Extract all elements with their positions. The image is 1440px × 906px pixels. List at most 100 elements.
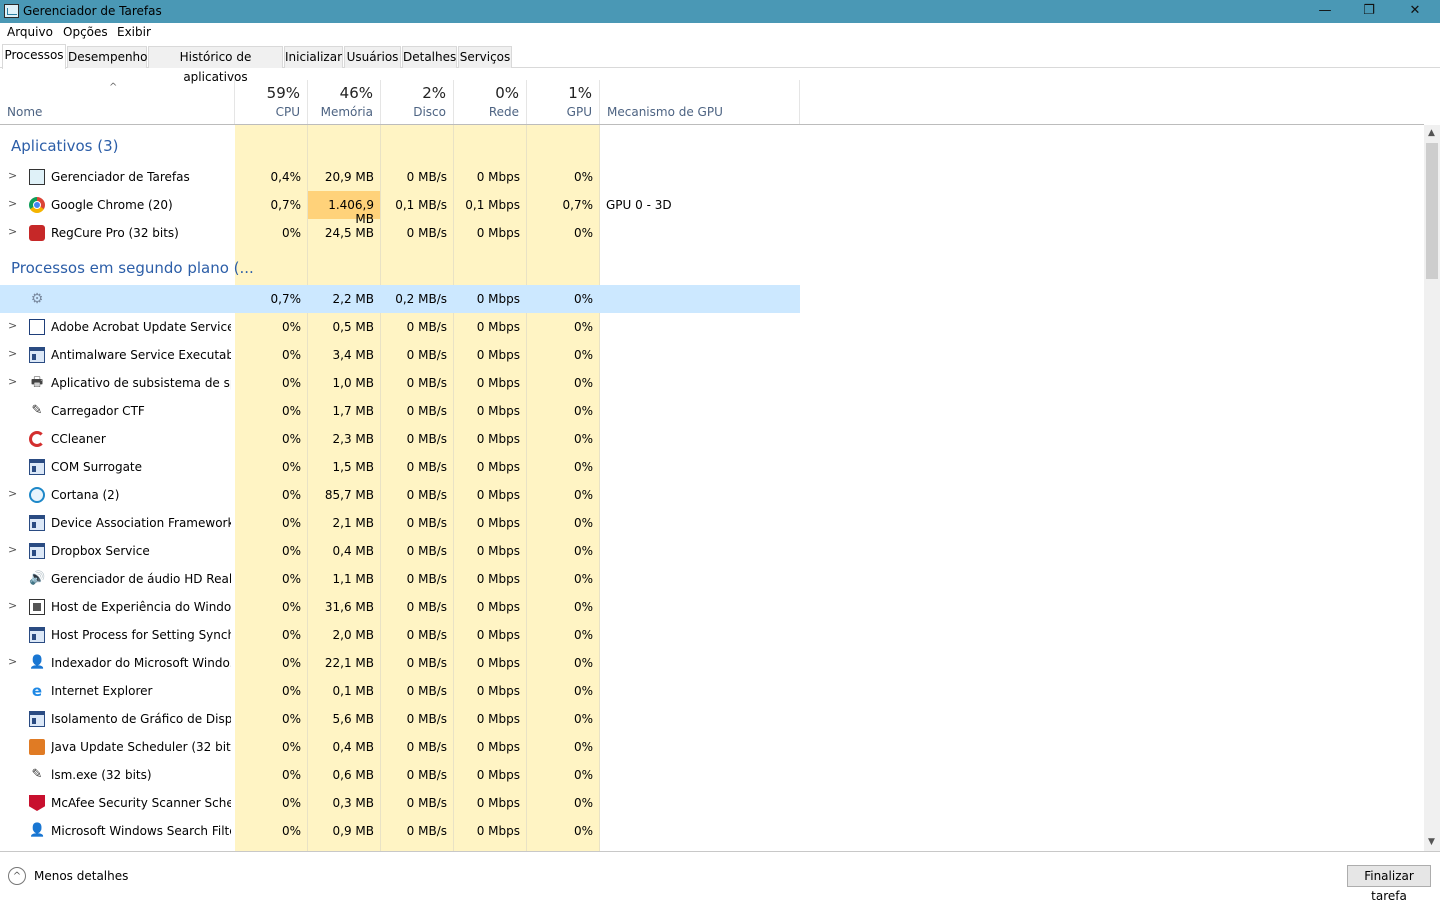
group-apps-title[interactable]: Aplicativos (3) <box>11 137 119 155</box>
process-mem: 0,6 MB <box>332 768 374 782</box>
process-net: 0 Mbps <box>476 572 520 586</box>
process-disk: 0 MB/s <box>406 572 447 586</box>
process-row[interactable]: > Adobe Acrobat Update Service (... 0% 0,5 … <box>0 313 800 341</box>
chevron-right-icon[interactable]: > <box>8 319 17 332</box>
tab-usuarios[interactable]: Usuários <box>344 46 401 68</box>
chevron-right-icon[interactable]: > <box>8 169 17 182</box>
process-cpu: 0% <box>281 376 301 390</box>
tab-desempenho[interactable]: Desempenho <box>67 46 148 68</box>
chevron-right-icon[interactable]: > <box>8 197 17 210</box>
chevron-right-icon[interactable]: > <box>8 487 17 500</box>
header-gpu-engine[interactable]: Mecanismo de GPU <box>600 80 800 125</box>
indexer-icon: 👤 <box>29 823 46 838</box>
process-row[interactable]: e Internet Explorer 0% 0,1 MB 0 MB/s 0 Mbps 0% <box>0 677 800 705</box>
restore-button[interactable]: ❐ <box>1346 0 1392 23</box>
process-name: Aplicativo de subsistema de sp... <box>51 376 231 390</box>
process-row[interactable]: 👤 Microsoft Windows Search Filte... 0% 0,9 … <box>0 817 800 845</box>
minimize-button[interactable]: — <box>1302 0 1348 23</box>
service-icon <box>29 459 45 475</box>
process-row[interactable]: > 🖶 Aplicativo de subsistema de sp... 0% 1,0… <box>0 369 800 397</box>
less-details-link[interactable]: Menos detalhes <box>34 869 128 883</box>
process-net: 0 Mbps <box>476 292 520 306</box>
service-icon <box>29 347 45 363</box>
process-disk: 0 MB/s <box>406 768 447 782</box>
sort-up-icon: ^ <box>109 82 118 93</box>
process-row[interactable]: COM Surrogate 0% 1,5 MB 0 MB/s 0 Mbps 0% <box>0 453 800 481</box>
process-gpu: 0% <box>573 432 593 446</box>
process-cpu: 0% <box>281 796 301 810</box>
process-cpu: 0% <box>281 460 301 474</box>
process-row[interactable]: > RegCure Pro (32 bits) 0% 24,5 MB 0 MB/s 0 M… <box>0 219 800 247</box>
tab-inicializar[interactable]: Inicializar <box>284 46 343 68</box>
process-list: Aplicativos (3) Processos em segundo pla… <box>0 125 1424 851</box>
service-icon <box>29 543 45 559</box>
chevron-up-circle-icon[interactable]: ^ <box>8 867 26 885</box>
process-row[interactable]: Isolamento de Gráfico de Dispo... 0% 5,6 M… <box>0 705 800 733</box>
process-disk: 0 MB/s <box>406 600 447 614</box>
menu-opcoes[interactable]: Opções <box>63 25 108 39</box>
chevron-right-icon[interactable]: > <box>8 347 17 360</box>
tab-detalhes[interactable]: Detalhes <box>402 46 457 68</box>
process-row[interactable]: Device Association Framework ... 0% 2,1 MB… <box>0 509 800 537</box>
process-disk: 0 MB/s <box>406 684 447 698</box>
header-gpu[interactable]: 1% GPU <box>527 80 600 125</box>
tab-servicos[interactable]: Serviços <box>458 46 512 68</box>
process-row[interactable]: > Dropbox Service 0% 0,4 MB 0 MB/s 0 Mbps 0% <box>0 537 800 565</box>
header-network[interactable]: 0% Rede <box>454 80 527 125</box>
process-row[interactable]: > Google Chrome (20) 0,7% 1.406,9 MB 0,1 MB/… <box>0 191 800 226</box>
scroll-thumb[interactable] <box>1426 143 1438 279</box>
end-task-button[interactable]: Finalizar tarefa <box>1347 865 1431 903</box>
header-memory[interactable]: 46% Memória <box>308 80 381 125</box>
menu-bar: Arquivo Opções Exibir <box>0 23 1440 43</box>
process-mem: 2,0 MB <box>332 628 374 642</box>
pen-icon: ✎ <box>31 767 43 782</box>
header-cpu[interactable]: 59% CPU <box>235 80 308 125</box>
chevron-right-icon[interactable]: > <box>8 225 17 238</box>
process-row[interactable]: > Host de Experiência do Window... 0% 31,6 … <box>0 593 800 621</box>
chevron-right-icon[interactable]: > <box>8 375 17 388</box>
process-row[interactable]: McAfee Security Scanner Sched... 0% 0,3 MB… <box>0 789 800 817</box>
menu-exibir[interactable]: Exibir <box>117 25 151 39</box>
scroll-up-icon[interactable]: ▲ <box>1428 128 1435 138</box>
tab-historico[interactable]: Histórico de aplicativos <box>148 46 283 84</box>
process-gpu: 0% <box>573 824 593 838</box>
process-row[interactable]: Host Process for Setting Synchr... 0% 2,0 … <box>0 621 800 649</box>
scroll-down-icon[interactable]: ▼ <box>1428 837 1435 847</box>
process-disk: 0 MB/s <box>406 226 447 240</box>
process-row[interactable]: > Antimalware Service Executable 0% 3,4 MB 0… <box>0 341 800 369</box>
process-gpu: 0% <box>573 684 593 698</box>
process-mem: 1,5 MB <box>332 460 374 474</box>
process-row[interactable]: 🔊 Gerenciador de áudio HD Realtek 0% 1,1 MB… <box>0 565 800 593</box>
vertical-scrollbar[interactable]: ▲ ▼ <box>1424 125 1440 851</box>
process-net: 0 Mbps <box>476 544 520 558</box>
process-row[interactable]: ⚙ 0,7% 2,2 MB 0,2 MB/s 0 Mbps 0% <box>0 285 800 313</box>
header-name[interactable]: ^ Nome <box>0 80 235 125</box>
process-net: 0 Mbps <box>476 516 520 530</box>
process-row[interactable]: > 👤 Indexador do Microsoft Windo... 0% 22,1 … <box>0 649 800 677</box>
process-gpu: 0% <box>573 600 593 614</box>
process-net: 0 Mbps <box>476 226 520 240</box>
process-cpu: 0,7% <box>270 198 302 212</box>
chevron-right-icon[interactable]: > <box>8 599 17 612</box>
process-disk: 0 MB/s <box>406 460 447 474</box>
process-cpu: 0% <box>281 488 301 502</box>
header-disk[interactable]: 2% Disco <box>381 80 454 125</box>
chevron-right-icon[interactable]: > <box>8 655 17 668</box>
chevron-right-icon[interactable]: > <box>8 543 17 556</box>
group-background-title[interactable]: Processos em segundo plano (... <box>11 259 254 277</box>
process-mem: 0,3 MB <box>332 796 374 810</box>
process-row[interactable]: ✎ Carregador CTF 0% 1,7 MB 0 MB/s 0 Mbps 0% <box>0 397 800 425</box>
menu-arquivo[interactable]: Arquivo <box>7 25 53 39</box>
process-mem: 0,5 MB <box>332 320 374 334</box>
close-button[interactable]: ✕ <box>1392 0 1438 23</box>
process-disk: 0 MB/s <box>406 796 447 810</box>
process-mem: 0,4 MB <box>332 544 374 558</box>
process-disk: 0 MB/s <box>406 824 447 838</box>
process-row[interactable]: Java Update Scheduler (32 bits) 0% 0,4 MB 0… <box>0 733 800 761</box>
tab-processos[interactable]: Processos <box>2 44 66 69</box>
process-row[interactable]: CCleaner 0% 2,3 MB 0 MB/s 0 Mbps 0% <box>0 425 800 453</box>
process-row[interactable]: > Cortana (2) 0% 85,7 MB 0 MB/s 0 Mbps 0% <box>0 481 800 509</box>
process-row[interactable]: ✎ lsm.exe (32 bits) 0% 0,6 MB 0 MB/s 0 Mbps 0% <box>0 761 800 789</box>
pen-icon: ✎ <box>31 403 43 418</box>
process-row[interactable]: > Gerenciador de Tarefas 0,4% 20,9 MB 0 MB/s… <box>0 163 800 191</box>
